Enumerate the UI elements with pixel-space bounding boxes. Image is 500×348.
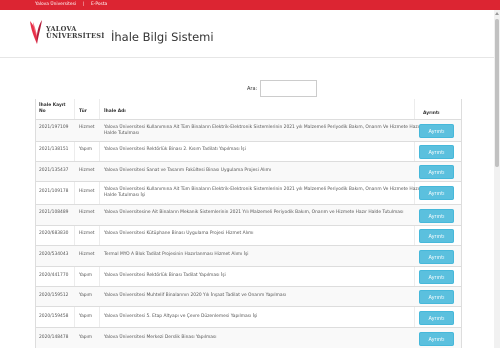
table-header-row: İhale Kayıt No Tür İhale Adı Ayrıntı <box>36 99 461 120</box>
table-row: 2021/138151 Yapım Yalova Üniversitesi Re… <box>36 142 461 162</box>
detail-button[interactable]: Ayrıntı <box>419 229 454 243</box>
row-title: Yalova Üniversitesi Kullanımına Ait Tüm … <box>104 125 421 136</box>
row-no: 2020/534043 <box>39 252 69 257</box>
row-no: 2021/108489 <box>39 210 69 215</box>
row-no: 2020/159458 <box>39 314 69 319</box>
row-title: Termal MYO A Blok Tadilat Projesinin Haz… <box>104 252 249 257</box>
row-type: Yapım <box>79 273 93 278</box>
row-title: Yalova Üniversitesi Rektörlük Binası 2. … <box>104 147 246 152</box>
page-scrollbar[interactable] <box>494 10 500 348</box>
row-no: 2021/138151 <box>39 147 69 152</box>
row-type: Hizmet <box>79 168 95 173</box>
detail-button[interactable]: Ayrıntı <box>419 290 454 304</box>
detail-button[interactable]: Ayrıntı <box>419 311 454 325</box>
column-header-no-line2[interactable]: No <box>39 109 73 115</box>
tender-table: İhale Kayıt No Tür İhale Adı Ayrıntı 202… <box>35 99 462 348</box>
detail-button[interactable]: Ayrıntı <box>419 165 454 179</box>
detail-button[interactable]: Ayrıntı <box>419 250 454 264</box>
university-logo-icon[interactable] <box>29 19 43 45</box>
row-no: 2020/148478 <box>39 335 69 340</box>
site-header: YALOVA ÜNİVERSİTESİ İhale Bilgi Sistemi <box>0 10 500 58</box>
search-label: Ara: <box>247 86 258 92</box>
table-row: 2021/109178 Hizmet Yalova Üniversitesi K… <box>36 182 461 205</box>
top-bar: Yalova Üniversitesi | E-Posta <box>0 0 500 10</box>
row-type: Hizmet <box>79 252 95 257</box>
detail-button[interactable]: Ayrıntı <box>419 124 454 138</box>
row-type: Yapım <box>79 314 93 319</box>
row-title: Yalova Üniversitesi Rektörlük Binası Tad… <box>104 273 226 278</box>
row-type: Yapım <box>79 335 93 340</box>
detail-button[interactable]: Ayrıntı <box>419 145 454 159</box>
logo-text-line2: ÜNİVERSİTESİ <box>46 32 105 40</box>
scrollbar-thumb[interactable] <box>495 19 499 167</box>
row-no: 2021/197109 <box>39 125 69 130</box>
row-no: 2020/159512 <box>39 293 69 298</box>
row-type: Hizmet <box>79 210 95 215</box>
detail-button[interactable]: Ayrıntı <box>419 186 454 200</box>
table-row: 2020/159512 Yapım Yalova Üniversitesi Mu… <box>36 287 461 307</box>
row-title: Yalova Üniversitesi Kullanımına Ait Tüm … <box>104 187 421 198</box>
row-title: Yalova Üniversitesi Kütüphane Binası Uyg… <box>104 231 254 236</box>
row-no: 2021/135437 <box>39 168 69 173</box>
table-row: 2020/683830 Hizmet Yalova Üniversitesi K… <box>36 226 461 246</box>
page-title: İhale Bilgi Sistemi <box>111 30 214 44</box>
row-type: Hizmet <box>79 125 95 130</box>
column-header-ayrinti[interactable]: Ayrıntı <box>423 111 440 117</box>
university-link[interactable]: Yalova Üniversitesi <box>35 2 76 8</box>
table-row: 2020/441770 Yapım Yalova Üniversitesi Re… <box>36 267 461 287</box>
row-type: Yapım <box>79 293 93 298</box>
table-row: 2021/197109 Hizmet Yalova Üniversitesi K… <box>36 120 461 142</box>
table-row: 2020/148478 Yapım Yalova Üniversitesi Me… <box>36 328 461 348</box>
table-row: 2021/108489 Hizmet Yalova Üniversitesine… <box>36 205 461 226</box>
email-link[interactable]: E-Posta <box>91 2 107 8</box>
row-no: 2020/441770 <box>39 273 69 278</box>
detail-button[interactable]: Ayrıntı <box>419 332 454 346</box>
row-type: Yapım <box>79 147 93 152</box>
row-type: Hizmet <box>79 189 95 194</box>
row-type: Hizmet <box>79 231 95 236</box>
detail-button[interactable]: Ayrıntı <box>419 209 454 223</box>
table-row: 2020/534043 Hizmet Termal MYO A Blok Tad… <box>36 246 461 267</box>
topbar-separator: | <box>83 2 85 7</box>
row-title: Yalova Üniversitesine Ait Binaların Meka… <box>104 210 404 215</box>
row-no: 2020/683830 <box>39 231 69 236</box>
row-title: Yalova Üniversitesi 5. Etap Altyapı ve Ç… <box>104 314 258 319</box>
table-row: 2021/135437 Hizmet Yalova Üniversitesi S… <box>36 162 461 182</box>
table-row: 2020/159458 Yapım Yalova Üniversitesi 5.… <box>36 307 461 328</box>
row-no: 2021/109178 <box>39 189 69 194</box>
detail-button[interactable]: Ayrıntı <box>419 270 454 284</box>
row-title: Yalova Üniversitesi Sanat ve Tasarım Fak… <box>104 168 272 173</box>
column-header-ad[interactable]: İhale Adı <box>104 109 426 115</box>
scroll-up-icon[interactable] <box>495 12 499 15</box>
search-input[interactable] <box>260 80 317 97</box>
row-title: Yalova Üniversitesi Merkezi Derslik Bina… <box>104 335 217 340</box>
column-header-tur[interactable]: Tür <box>79 109 101 115</box>
row-title: Yalova Üniversitesi Muhtelif Binalarının… <box>104 293 287 298</box>
